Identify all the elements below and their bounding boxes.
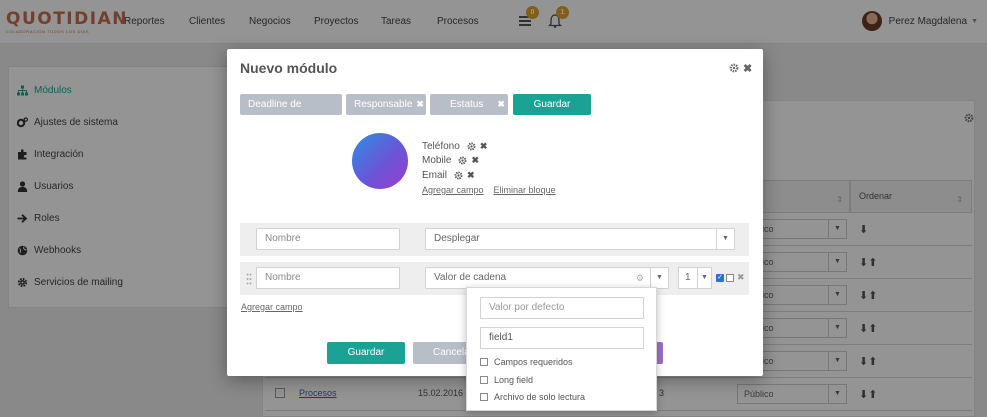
- settings-icon[interactable]: ⚙: [636, 268, 644, 288]
- block-field-email: Email ✖: [422, 170, 475, 181]
- unchecked-checkbox[interactable]: [726, 274, 734, 282]
- chip-label: Responsable: [354, 99, 413, 110]
- option-label: Archivo de solo lectura: [494, 392, 586, 402]
- chip-label: Deadline de envío: [248, 99, 302, 131]
- select-value: Valor de cadena: [434, 272, 507, 283]
- chip-label: Estatus: [450, 99, 484, 110]
- block-avatar: [352, 133, 408, 189]
- type-select[interactable]: Desplegar ▼: [425, 228, 735, 250]
- gear-icon[interactable]: [458, 156, 467, 165]
- option-long-field[interactable]: Long field: [480, 375, 533, 385]
- remove-icon[interactable]: ✖: [467, 170, 475, 181]
- select-value: 1: [685, 272, 691, 283]
- field-label: Mobile: [422, 155, 452, 166]
- delete-block-link[interactable]: Eliminar bloque: [494, 185, 556, 195]
- block-links: Agregar campo Eliminar bloque: [422, 185, 556, 195]
- gear-icon[interactable]: [729, 63, 739, 73]
- block-field-telefono: Teléfono ✖: [422, 141, 487, 152]
- block-field-mobile: Mobile ✖: [422, 155, 479, 166]
- checkbox[interactable]: [480, 393, 488, 401]
- name-input[interactable]: Nombre: [256, 267, 400, 289]
- name-input[interactable]: Nombre: [256, 228, 400, 250]
- add-field-link[interactable]: Agregar campo: [241, 302, 303, 312]
- option-label: Long field: [494, 375, 534, 385]
- remove-icon[interactable]: ✖: [480, 141, 488, 152]
- count-select[interactable]: 1 ▼: [678, 267, 712, 289]
- chip-deadline[interactable]: Deadline de envío ✖: [240, 94, 342, 131]
- caret-down-icon: ▼: [650, 268, 668, 288]
- field-options-popup: Valor por defecto field1 Campos requerid…: [466, 287, 657, 411]
- caret-down-icon: ▼: [716, 229, 734, 249]
- remove-icon[interactable]: ✖: [471, 155, 479, 166]
- add-field-link[interactable]: Agregar campo: [422, 185, 484, 195]
- caret-down-icon: ▼: [697, 268, 711, 288]
- chip-responsable[interactable]: Responsable ✖: [346, 94, 426, 115]
- option-read-only[interactable]: Archivo de solo lectura: [480, 392, 585, 402]
- field-label: Email: [422, 170, 448, 181]
- save-top-button[interactable]: Guardar: [513, 94, 591, 115]
- field-name-input[interactable]: field1: [480, 327, 644, 349]
- checkbox[interactable]: [480, 376, 488, 384]
- remove-chip-icon[interactable]: ✖: [276, 120, 284, 130]
- dialog-title: Nuevo módulo: [240, 60, 338, 76]
- remove-chip-icon[interactable]: ✖: [497, 99, 505, 109]
- checked-checkbox[interactable]: ✓: [716, 274, 724, 282]
- gear-icon[interactable]: [467, 142, 476, 151]
- select-value: Desplegar: [434, 233, 480, 244]
- option-required[interactable]: Campos requeridos: [480, 357, 573, 367]
- chip-estatus[interactable]: Estatus ✖: [430, 94, 508, 115]
- drag-handle-icon[interactable]: [246, 273, 252, 285]
- save-button[interactable]: Guardar: [327, 342, 405, 364]
- gear-icon[interactable]: [454, 171, 463, 180]
- close-icon[interactable]: ✖: [743, 62, 752, 75]
- type-select[interactable]: Valor de cadena ⚙ ▼: [425, 267, 669, 289]
- checkbox[interactable]: [480, 358, 488, 366]
- default-value-input[interactable]: Valor por defecto: [480, 297, 644, 319]
- remove-icon[interactable]: ✖: [737, 272, 745, 283]
- option-label: Campos requeridos: [494, 357, 573, 367]
- remove-chip-icon[interactable]: ✖: [416, 99, 424, 109]
- field-label: Teléfono: [422, 141, 460, 152]
